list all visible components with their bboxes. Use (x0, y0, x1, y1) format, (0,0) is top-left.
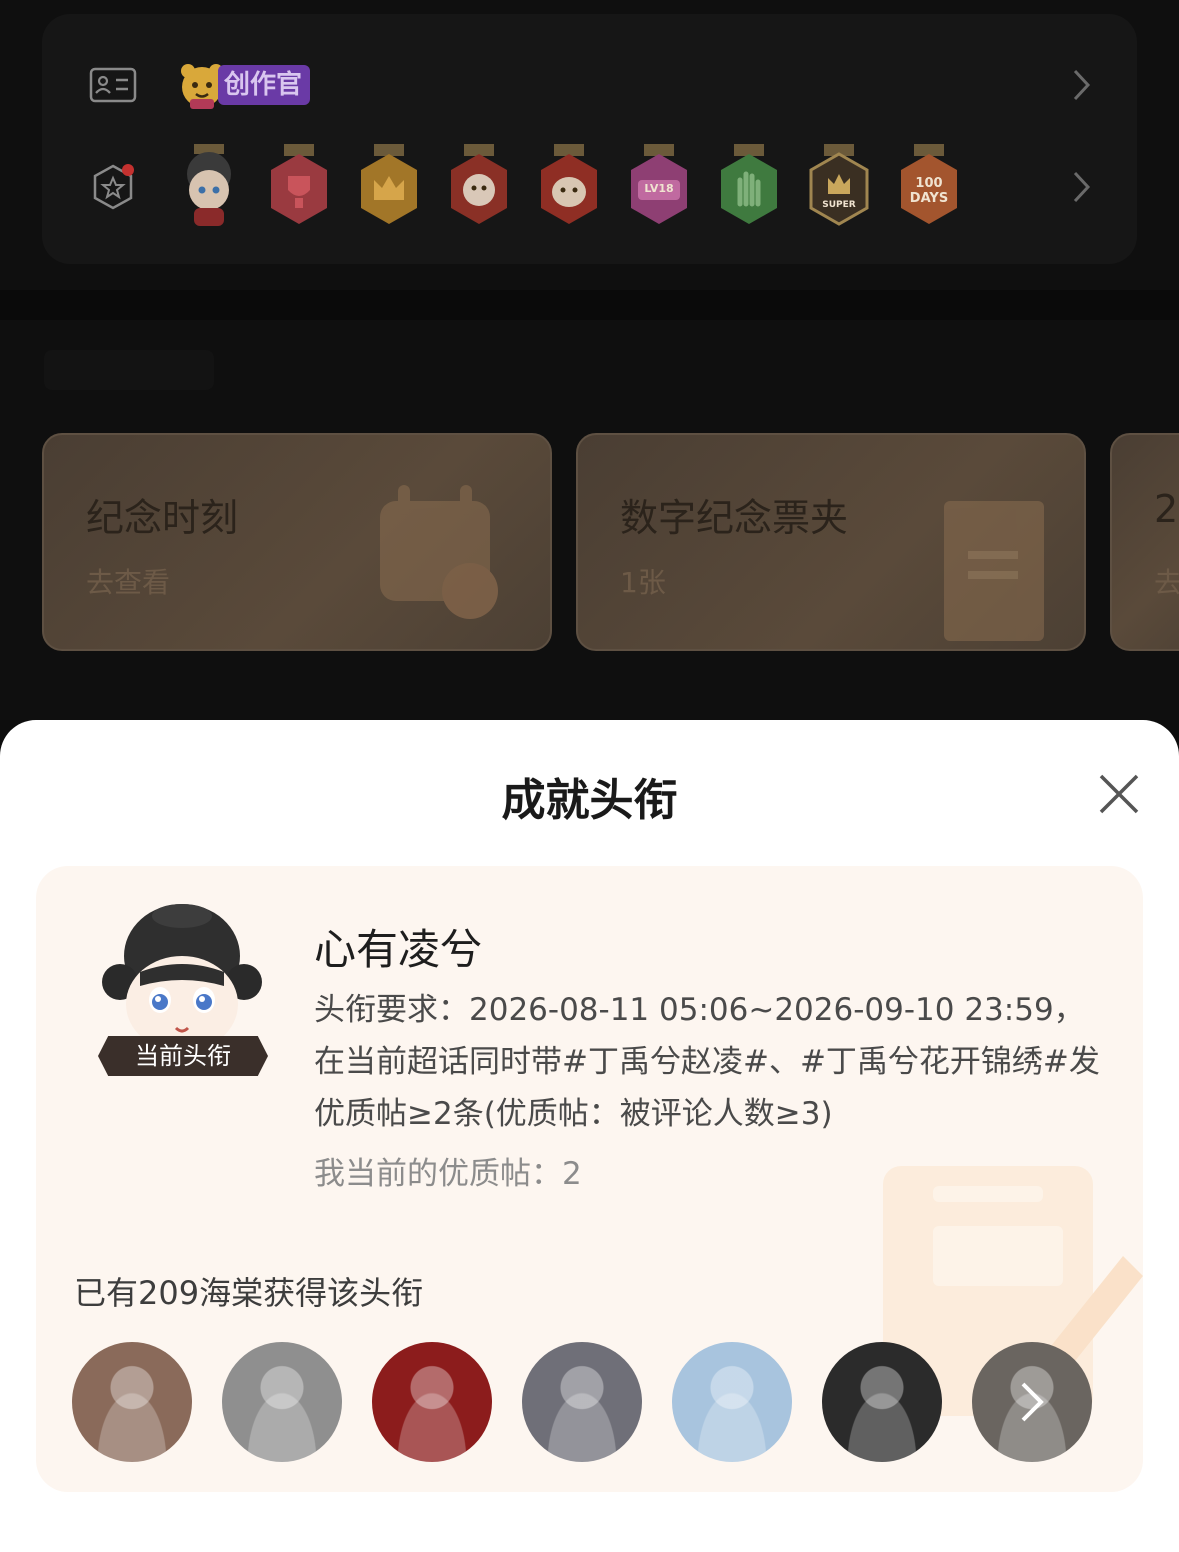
digital-ticket-folder-card[interactable]: 数字纪念票夹 1张 (576, 433, 1086, 651)
current-title-ribbon: 当前头衔 (98, 1036, 268, 1076)
medal-list: LV18 SUPER 100 DAYS (174, 142, 964, 232)
my-quality-posts: 我当前的优质帖：2 (314, 1156, 582, 1192)
title-avatar (92, 896, 272, 1116)
days-medal-label: 100 DAYS (909, 176, 949, 206)
user-avatar[interactable] (222, 1342, 342, 1462)
achievement-title-sheet: 成就头衔 当前头衔 心有凌兮 头衔要求：2026-08-11 05:06~202… (0, 720, 1179, 1552)
memorial-moments-card[interactable]: 纪念时刻 去查看 (42, 433, 552, 651)
holders-count: 已有209海棠获得该头衔 (74, 1274, 424, 1312)
card-subtitle: 去查看 (86, 566, 171, 599)
sheet-title: 成就头衔 (501, 775, 678, 826)
title-detail-card: 当前头衔 心有凌兮 头衔要求：2026-08-11 05:06~2026-09-… (36, 866, 1143, 1492)
card-subtitle: 1张 (620, 566, 666, 599)
creator-label: 创作官 (218, 65, 311, 105)
user-avatar[interactable] (822, 1342, 942, 1462)
calendar-heart-icon (380, 485, 498, 619)
cartoon-avatar-icon (102, 904, 262, 1074)
card-title: 纪念时刻 (86, 496, 239, 540)
card-title: 2 (1154, 487, 1179, 531)
super-medal: SUPER (804, 142, 874, 232)
ticket-icon (944, 501, 1044, 641)
user-avatar[interactable] (72, 1342, 192, 1462)
creator-row[interactable]: 创作官 (42, 40, 1137, 130)
trophy-medal (264, 142, 334, 232)
snake-medal (534, 142, 604, 232)
holder-avatar-list (72, 1342, 1092, 1462)
card-title: 数字纪念票夹 (620, 496, 849, 540)
avatar-medal (174, 142, 244, 232)
id-card-icon (89, 67, 137, 103)
super-medal-label: SUPER (822, 200, 856, 210)
card-subtitle: 去 (1154, 561, 1179, 601)
user-avatar[interactable] (672, 1342, 792, 1462)
section-title-placeholder (44, 350, 214, 390)
star-badge-icon (93, 164, 134, 210)
chevron-right-icon (972, 1342, 1092, 1462)
lv-medal: LV18 (624, 142, 694, 232)
badge-name: 心有凌兮 (314, 925, 483, 974)
creator-tag: 创作官 (176, 60, 326, 110)
third-feature-card[interactable]: 2 去 (1110, 433, 1179, 651)
hand-medal (714, 142, 784, 232)
more-holders-button[interactable] (972, 1342, 1092, 1462)
crown-medal (354, 142, 424, 232)
user-avatar[interactable] (522, 1342, 642, 1462)
chevron-right-icon[interactable] (1071, 68, 1091, 102)
badge-card: 创作官 LV18 SUPER 100 DAYS (42, 14, 1137, 264)
title-requirement: 头衔要求：2026-08-11 05:06~2026-09-10 23:59，在… (314, 992, 1100, 1132)
close-icon[interactable] (1097, 772, 1141, 816)
background-page: 创作官 LV18 SUPER 100 DAYS 纪念时刻 去查看 数字纪念票夹 … (0, 0, 1179, 720)
medals-row[interactable]: LV18 SUPER 100 DAYS (42, 142, 1137, 232)
days-medal: 100 DAYS (894, 142, 964, 232)
user-avatar[interactable] (372, 1342, 492, 1462)
lv-medal-label: LV18 (644, 182, 674, 195)
chevron-right-icon[interactable] (1071, 170, 1091, 204)
section-divider (0, 290, 1179, 320)
dragon-medal (444, 142, 514, 232)
